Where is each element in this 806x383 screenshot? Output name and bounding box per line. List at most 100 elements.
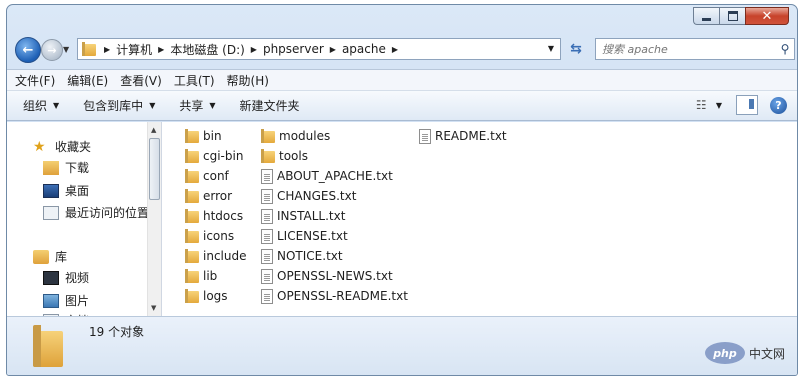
nav-desktop-label: 桌面 xyxy=(65,184,90,198)
list-item[interactable]: conf xyxy=(185,166,229,186)
command-bar: 组织 ▼ 包含到库中 ▼ 共享 ▼ 新建文件夹 ☷ ▼ ? xyxy=(7,91,797,121)
list-item[interactable]: include xyxy=(185,246,246,266)
folder-icon xyxy=(185,129,199,143)
folder-icon xyxy=(33,325,65,367)
nav-scrollbar[interactable]: ▲ ▼ xyxy=(147,122,161,316)
list-item[interactable]: bin xyxy=(185,126,222,146)
file-name: include xyxy=(203,249,247,263)
refresh-icon: ⇆ xyxy=(570,41,582,57)
nav-pictures[interactable]: 图片 xyxy=(43,292,89,309)
list-item[interactable]: icons xyxy=(185,226,234,246)
maximize-button[interactable] xyxy=(719,7,745,25)
list-item[interactable]: CHANGES.txt xyxy=(261,186,356,206)
folder-icon xyxy=(185,269,199,283)
back-arrow-icon: ← xyxy=(22,42,34,58)
menu-tools[interactable]: 工具(T) xyxy=(174,72,215,89)
menu-view[interactable]: 查看(V) xyxy=(120,72,162,89)
include-in-library-button[interactable]: 包含到库中 ▼ xyxy=(83,97,155,114)
search-box[interactable]: ⚲ xyxy=(595,38,795,60)
list-item[interactable]: ABOUT_APACHE.txt xyxy=(261,166,393,186)
help-icon[interactable]: ? xyxy=(770,96,787,114)
text-file-icon xyxy=(261,208,273,224)
list-item[interactable]: OPENSSL-README.txt xyxy=(261,286,408,306)
list-item[interactable]: modules xyxy=(261,126,330,146)
refresh-button[interactable]: ⇆ xyxy=(565,38,587,60)
nav-favorites[interactable]: ★ 收藏夹 xyxy=(33,138,91,155)
chevron-right-icon[interactable]: ▶ xyxy=(104,45,110,54)
share-label: 共享 xyxy=(179,99,204,113)
folder-icon xyxy=(185,249,199,263)
minimize-icon xyxy=(702,17,711,21)
views-icon[interactable]: ☷ xyxy=(696,98,712,112)
preview-pane-icon[interactable] xyxy=(736,95,758,115)
list-item[interactable]: htdocs xyxy=(185,206,243,226)
list-item[interactable]: cgi-bin xyxy=(185,146,243,166)
list-item[interactable]: INSTALL.txt xyxy=(261,206,345,226)
breadcrumb-computer[interactable]: 计算机 xyxy=(116,41,152,58)
file-name: INSTALL.txt xyxy=(277,209,346,223)
nav-pictures-label: 图片 xyxy=(65,294,90,308)
chevron-right-icon[interactable]: ▶ xyxy=(158,45,164,54)
scroll-thumb[interactable] xyxy=(149,138,160,200)
list-item[interactable]: OPENSSL-NEWS.txt xyxy=(261,266,393,286)
new-folder-button[interactable]: 新建文件夹 xyxy=(240,97,300,114)
list-item[interactable]: LICENSE.txt xyxy=(261,226,348,246)
chevron-down-icon: ▼ xyxy=(149,101,156,110)
file-name: CHANGES.txt xyxy=(277,189,357,203)
file-name: bin xyxy=(203,129,222,143)
folder-icon xyxy=(185,169,199,183)
nav-recent[interactable]: 最近访问的位置 xyxy=(43,204,149,221)
menu-help[interactable]: 帮助(H) xyxy=(227,72,269,89)
desktop-icon xyxy=(43,183,59,198)
folder-icon xyxy=(185,289,199,303)
menu-bar: 文件(F) 编辑(E) 查看(V) 工具(T) 帮助(H) xyxy=(7,69,797,91)
share-button[interactable]: 共享 ▼ xyxy=(179,97,215,114)
libraries-icon xyxy=(33,249,49,264)
text-file-icon xyxy=(261,268,273,284)
search-icon[interactable]: ⚲ xyxy=(776,42,794,56)
file-name: LICENSE.txt xyxy=(277,229,348,243)
breadcrumb-drive-d[interactable]: 本地磁盘 (D:) xyxy=(170,41,244,58)
item-count: 19 个对象 xyxy=(89,325,145,339)
chevron-down-icon[interactable]: ▼ xyxy=(548,44,554,53)
nav-libraries[interactable]: 库 xyxy=(33,248,67,265)
file-name: icons xyxy=(203,229,235,243)
caption-buttons: ✕ xyxy=(693,7,789,25)
list-item[interactable]: README.txt xyxy=(419,126,507,146)
chevron-down-icon[interactable]: ▼ xyxy=(716,101,722,110)
breadcrumb-phpserver[interactable]: phpserver xyxy=(263,42,324,56)
nav-videos[interactable]: 视频 xyxy=(43,269,89,286)
close-button[interactable]: ✕ xyxy=(745,7,789,25)
search-input[interactable] xyxy=(600,41,776,57)
address-bar[interactable]: ▶ 计算机 ▶ 本地磁盘 (D:) ▶ phpserver ▶ apache ▶… xyxy=(77,38,561,60)
scroll-down-icon[interactable]: ▼ xyxy=(151,304,156,312)
file-name: README.txt xyxy=(435,129,507,143)
file-name: lib xyxy=(203,269,218,283)
forward-button[interactable]: → xyxy=(41,39,63,61)
nav-downloads[interactable]: 下载 xyxy=(43,159,89,176)
list-item[interactable]: logs xyxy=(185,286,228,306)
list-item[interactable]: NOTICE.txt xyxy=(261,246,343,266)
chevron-right-icon[interactable]: ▶ xyxy=(330,45,336,54)
navigation-bar: ← → ▼ ▶ 计算机 ▶ 本地磁盘 (D:) ▶ phpserver ▶ ap… xyxy=(13,35,795,65)
text-file-icon xyxy=(261,188,273,204)
breadcrumb-apache[interactable]: apache xyxy=(342,42,386,56)
folder-icon xyxy=(261,129,275,143)
scroll-up-icon[interactable]: ▲ xyxy=(151,126,156,134)
back-button[interactable]: ← xyxy=(15,37,41,63)
list-item[interactable]: lib xyxy=(185,266,217,286)
chevron-right-icon[interactable]: ▶ xyxy=(251,45,257,54)
menu-edit[interactable]: 编辑(E) xyxy=(67,72,108,89)
menu-file[interactable]: 文件(F) xyxy=(15,72,55,89)
recent-pages-dropdown[interactable]: ▼ xyxy=(63,45,69,54)
nav-desktop[interactable]: 桌面 xyxy=(43,182,89,199)
file-name: modules xyxy=(279,129,331,143)
text-file-icon xyxy=(261,168,273,184)
list-item[interactable]: error xyxy=(185,186,232,206)
minimize-button[interactable] xyxy=(693,7,719,25)
organize-button[interactable]: 组织 ▼ xyxy=(23,97,59,114)
chevron-right-icon[interactable]: ▶ xyxy=(392,45,398,54)
list-item[interactable]: tools xyxy=(261,146,308,166)
include-in-library-label: 包含到库中 xyxy=(83,99,144,113)
nav-favorites-label: 收藏夹 xyxy=(55,140,92,154)
